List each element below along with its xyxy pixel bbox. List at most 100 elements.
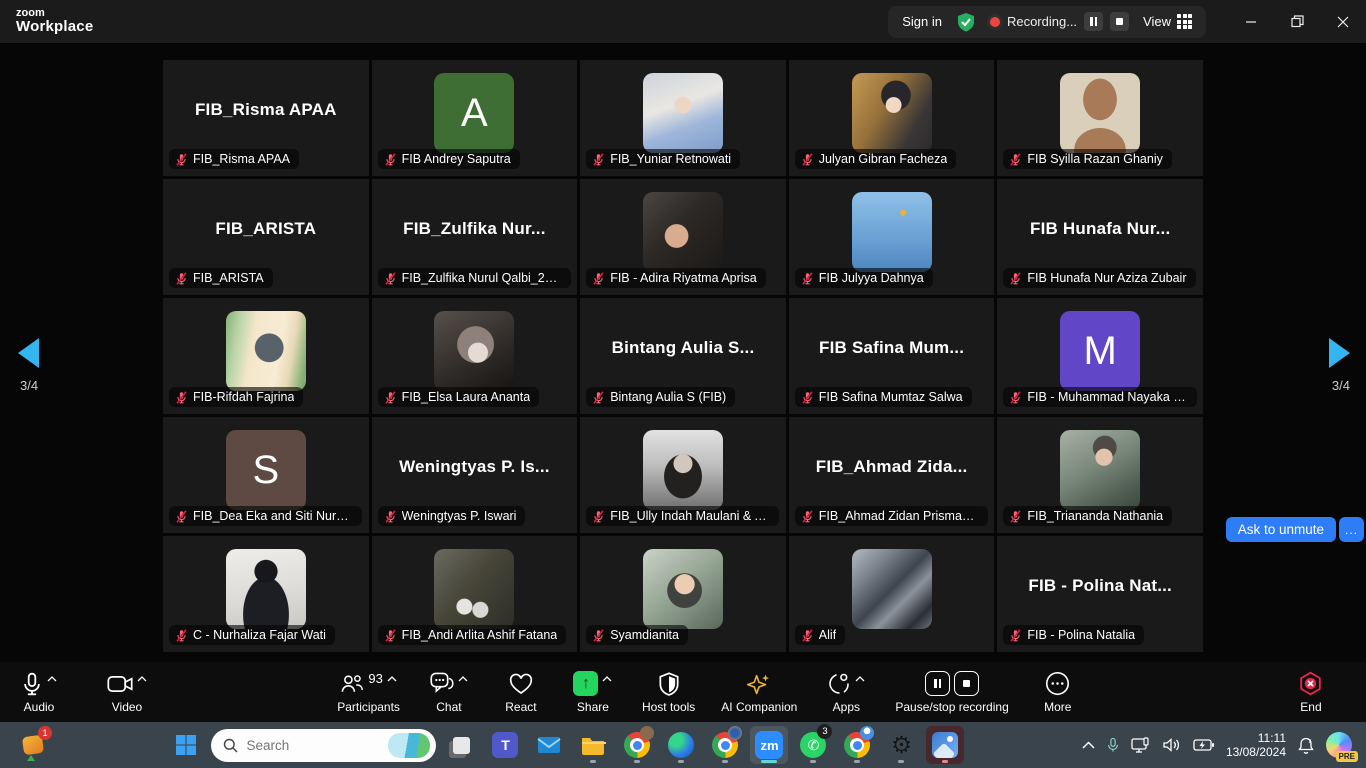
end-meeting-icon	[1298, 671, 1323, 696]
participant-tile[interactable]: S FIB_Dea Eka and Siti Nurmasyi...	[163, 417, 369, 533]
search-highlight-image[interactable]	[388, 733, 430, 758]
restore-button[interactable]	[1274, 0, 1320, 44]
participant-tile[interactable]: FIB_Yuniar Retnowati	[580, 60, 786, 176]
participant-action-popup: Ask to unmute ...	[1226, 517, 1364, 542]
close-button[interactable]	[1320, 0, 1366, 44]
participant-tile[interactable]: FIB_Triananda Nathania	[997, 417, 1203, 533]
start-button[interactable]	[167, 726, 205, 764]
ai-companion-button[interactable]: AI Companion	[721, 671, 797, 714]
taskbar-zoom-icon[interactable]: zm	[750, 726, 788, 764]
taskbar-settings-icon[interactable]: ⚙	[882, 726, 920, 764]
chat-icon	[430, 672, 454, 695]
share-screen-icon: ↑	[573, 671, 598, 696]
participant-name-label: Syamdianita	[610, 628, 679, 642]
apps-button[interactable]: Apps	[823, 671, 869, 714]
recording-indicator: Recording...	[990, 12, 1129, 31]
taskbar-edge-icon[interactable]	[662, 726, 700, 764]
participant-tile[interactable]: FIB_Risma APAA FIB_Risma APAA	[163, 60, 369, 176]
more-button[interactable]: More	[1035, 671, 1081, 714]
mic-muted-icon	[801, 629, 814, 642]
next-page-arrow[interactable]	[1329, 338, 1350, 368]
pause-stop-recording-button[interactable]: Pause/stop recording	[895, 671, 1008, 714]
stop-recording-button[interactable]	[1110, 12, 1129, 31]
more-label: More	[1044, 700, 1071, 714]
participant-tile[interactable]: FIB-Rifdah Fajrina	[163, 298, 369, 414]
mic-muted-icon	[384, 391, 397, 404]
participant-tile[interactable]: FIB_Ahmad Zida... FIB_Ahmad Zidan Prisma…	[789, 417, 995, 533]
stop-recording-icon[interactable]	[954, 671, 979, 696]
audio-button[interactable]: Audio	[16, 671, 62, 714]
copilot-icon[interactable]: PRE	[1326, 732, 1352, 758]
participant-tile[interactable]: FIB - Polina Nat... FIB - Polina Natalia	[997, 536, 1203, 652]
participant-tile[interactable]: M FIB - Muhammad Nayaka Rey...	[997, 298, 1203, 414]
participant-tile[interactable]: FIB Hunafa Nur... FIB Hunafa Nur Aziza Z…	[997, 179, 1203, 295]
host-tools-button[interactable]: Host tools	[642, 671, 695, 714]
participant-tile[interactable]: FIB_Ully Indah Maulani & Adel...	[580, 417, 786, 533]
participant-display-name: Bintang Aulia S...	[612, 338, 755, 358]
tray-chevron-up-icon[interactable]	[1082, 741, 1095, 749]
participants-button[interactable]: 93 Participants	[337, 671, 400, 714]
participant-tile[interactable]: FIB Julyya Dahnya	[789, 179, 995, 295]
taskbar-teams-icon[interactable]: T	[486, 726, 524, 764]
mic-muted-icon	[801, 510, 814, 523]
participant-tile[interactable]: Julyan Gibran Facheza	[789, 60, 995, 176]
participant-tile[interactable]: FIB_Elsa Laura Ananta	[372, 298, 578, 414]
participant-tile[interactable]: Bintang Aulia S... Bintang Aulia S (FIB)	[580, 298, 786, 414]
video-button[interactable]: Video	[104, 671, 150, 714]
taskbar-file-explorer-icon[interactable]	[574, 726, 612, 764]
participant-name-label: FIB_ARISTA	[193, 271, 264, 285]
tray-battery-icon[interactable]	[1193, 738, 1215, 752]
view-button[interactable]: View	[1143, 14, 1192, 29]
apps-chevron-icon[interactable]	[855, 676, 865, 682]
app-arrow-icon	[27, 755, 35, 761]
taskbar-chrome-profile1-icon[interactable]	[618, 726, 656, 764]
pause-recording-icon[interactable]	[925, 671, 950, 696]
end-meeting-button[interactable]: End	[1288, 671, 1334, 714]
security-shield-icon[interactable]	[956, 12, 976, 32]
participant-tile[interactable]: FIB_Andi Arlita Ashif Fatana	[372, 536, 578, 652]
taskbar-search[interactable]	[211, 729, 436, 762]
video-chevron-icon[interactable]	[137, 676, 147, 682]
tray-microphone-icon[interactable]	[1106, 736, 1120, 754]
share-button[interactable]: ↑ Share	[570, 671, 616, 714]
mic-muted-icon	[1009, 510, 1022, 523]
previous-page-arrow[interactable]	[18, 338, 39, 368]
participant-tile[interactable]: FIB_ARISTA FIB_ARISTA	[163, 179, 369, 295]
sign-in-button[interactable]: Sign in	[902, 14, 942, 29]
participants-chevron-icon[interactable]	[387, 676, 397, 682]
taskbar-mail-icon[interactable]	[530, 726, 568, 764]
participant-display-name: FIB Safina Mum...	[819, 338, 964, 358]
pause-recording-button[interactable]	[1084, 12, 1103, 31]
react-button[interactable]: React	[498, 671, 544, 714]
minimize-button[interactable]	[1228, 0, 1274, 44]
tray-clock[interactable]: 11:11 13/08/2024	[1226, 731, 1286, 759]
tray-cast-display-icon[interactable]	[1131, 737, 1151, 754]
participant-tile[interactable]: FIB Syilla Razan Ghaniy	[997, 60, 1203, 176]
participant-tile[interactable]: FIB - Adira Riyatma Aprisa	[580, 179, 786, 295]
participant-tile[interactable]: FIB_Zulfika Nur... FIB_Zulfika Nurul Qal…	[372, 179, 578, 295]
participant-more-options-button[interactable]: ...	[1339, 517, 1364, 542]
participant-tile[interactable]: Weningtyas P. Is... Weningtyas P. Iswari	[372, 417, 578, 533]
ask-to-unmute-button[interactable]: Ask to unmute	[1226, 517, 1336, 542]
participant-tile[interactable]: FIB Safina Mum... FIB Safina Mumtaz Salw…	[789, 298, 995, 414]
participant-name-pill: FIB Julyya Dahnya	[795, 268, 933, 288]
notification-count-badge: 1	[38, 726, 52, 740]
taskbar-notification-app-icon[interactable]: 1	[16, 728, 50, 762]
mic-muted-icon	[384, 272, 397, 285]
taskbar-chrome-profile2-icon[interactable]	[706, 726, 744, 764]
chat-button[interactable]: Chat	[426, 671, 472, 714]
taskbar-whatsapp-icon[interactable]: ✆ 3	[794, 726, 832, 764]
participant-tile[interactable]: Syamdianita	[580, 536, 786, 652]
participant-tile[interactable]: C - Nurhaliza Fajar Wati	[163, 536, 369, 652]
participant-tile[interactable]: A FIB Andrey Saputra	[372, 60, 578, 176]
participant-tile[interactable]: Alif	[789, 536, 995, 652]
share-chevron-icon[interactable]	[602, 676, 612, 682]
taskbar-chrome-profile3-icon[interactable]	[838, 726, 876, 764]
taskbar-photos-icon[interactable]	[926, 726, 964, 764]
chat-chevron-icon[interactable]	[458, 676, 468, 682]
task-view-button[interactable]	[442, 726, 480, 764]
tray-speaker-icon[interactable]	[1162, 737, 1182, 753]
tray-notification-bell-icon[interactable]: z	[1297, 736, 1315, 755]
audio-chevron-icon[interactable]	[47, 676, 57, 682]
search-input[interactable]	[246, 738, 380, 753]
